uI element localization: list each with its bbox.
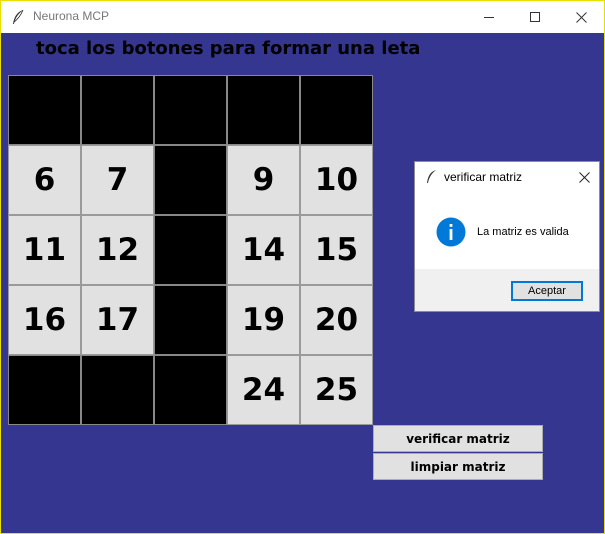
grid-cell-2[interactable] <box>81 75 154 145</box>
grid-cell-6[interactable]: 6 <box>8 145 81 215</box>
grid-cell-14[interactable]: 14 <box>227 215 300 285</box>
grid-cell-18[interactable] <box>154 285 227 355</box>
grid-cell-21[interactable] <box>8 355 81 425</box>
verify-dialog: verificar matriz La matriz es valida Ace… <box>414 161 600 312</box>
grid-cell-24[interactable]: 24 <box>227 355 300 425</box>
grid-cell-11[interactable]: 11 <box>8 215 81 285</box>
grid-cell-9[interactable]: 9 <box>227 145 300 215</box>
verify-matrix-button[interactable]: verificar matriz <box>373 425 543 452</box>
grid-cell-13[interactable] <box>154 215 227 285</box>
maximize-icon <box>529 11 540 22</box>
grid-cell-4[interactable] <box>227 75 300 145</box>
grid-cell-7[interactable]: 7 <box>81 145 154 215</box>
minimize-icon <box>483 16 494 18</box>
info-icon <box>436 217 466 247</box>
grid-cell-16[interactable]: 16 <box>8 285 81 355</box>
grid-cell-17[interactable]: 17 <box>81 285 154 355</box>
instruction-heading: toca los botones para formar una leta <box>36 38 421 59</box>
grid-cell-3[interactable] <box>154 75 227 145</box>
dialog-close-button[interactable] <box>573 167 595 187</box>
title-bar[interactable]: Neurona MCP <box>1 1 604 33</box>
grid-cell-19[interactable]: 19 <box>227 285 300 355</box>
grid-cell-25[interactable]: 25 <box>300 355 373 425</box>
feather-icon <box>13 9 24 24</box>
grid-cell-10[interactable]: 10 <box>300 145 373 215</box>
main-window: Neurona MCP toca los botones para formar… <box>0 0 605 534</box>
grid-cell-22[interactable] <box>81 355 154 425</box>
grid-cell-20[interactable]: 20 <box>300 285 373 355</box>
dialog-message: La matriz es valida <box>477 226 569 238</box>
grid-cell-12[interactable]: 12 <box>81 215 154 285</box>
feather-icon <box>427 170 436 183</box>
grid-cell-5[interactable] <box>300 75 373 145</box>
close-icon <box>575 11 587 23</box>
close-icon <box>578 171 590 183</box>
window-title: Neurona MCP <box>33 9 110 23</box>
close-button[interactable] <box>558 1 604 33</box>
dialog-title: verificar matriz <box>444 170 523 184</box>
minimize-button[interactable] <box>466 1 512 33</box>
grid-cell-8[interactable] <box>154 145 227 215</box>
letter-grid: 6 7 9 10 11 12 14 15 16 17 19 20 24 25 <box>8 75 373 425</box>
dialog-footer: Aceptar <box>415 269 599 311</box>
grid-cell-23[interactable] <box>154 355 227 425</box>
ok-button[interactable]: Aceptar <box>511 281 583 301</box>
clear-matrix-button[interactable]: limpiar matriz <box>373 453 543 480</box>
dialog-title-bar[interactable]: verificar matriz <box>415 162 599 192</box>
grid-cell-1[interactable] <box>8 75 81 145</box>
grid-cell-15[interactable]: 15 <box>300 215 373 285</box>
maximize-button[interactable] <box>512 1 558 33</box>
